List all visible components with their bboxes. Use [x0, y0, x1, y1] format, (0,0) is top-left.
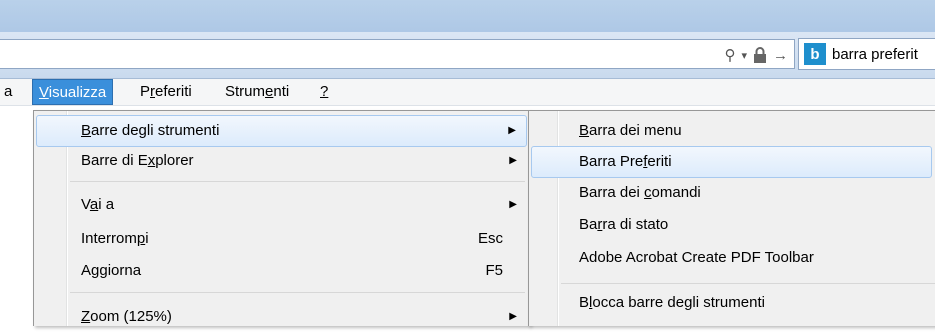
menu-item-aggiorna[interactable]: Aggiorna F5: [36, 255, 527, 287]
bing-logo-icon: b: [804, 43, 826, 65]
submenu-arrow-icon: ▶: [509, 199, 517, 210]
submenu-arrow-icon: ▶: [508, 125, 516, 136]
menu-strumenti[interactable]: Strumenti: [219, 79, 295, 105]
submenu-item-barra-di-stato[interactable]: Barra di stato: [531, 209, 934, 241]
submenu-item-blocca-barre[interactable]: Blocca barre degli strumenti: [531, 287, 934, 319]
submenu-arrow-icon: ▶: [509, 155, 517, 166]
submenu-arrow-icon: ▶: [509, 311, 517, 322]
lock-icon[interactable]: [753, 47, 767, 63]
menu-help[interactable]: ?: [314, 79, 334, 105]
menu-item-vai-a[interactable]: Vai a ▶: [36, 189, 527, 221]
menu-separator: [70, 292, 525, 293]
menu-separator: [70, 181, 525, 182]
submenu-item-barra-dei-menu[interactable]: Barra dei menu: [531, 115, 934, 147]
menu-item-barre-degli-strumenti[interactable]: Barre degli strumenti ▶: [36, 115, 527, 147]
address-bar[interactable]: ⚲ ▾ →: [0, 39, 795, 69]
view-menu: Barre degli strumenti ▶ Barre di Explore…: [33, 110, 530, 326]
submenu-item-adobe-acrobat[interactable]: Adobe Acrobat Create PDF Toolbar: [531, 242, 934, 274]
address-toolbar: ⚲ ▾ → b barra preferit: [0, 32, 935, 79]
menu-item-interrompi[interactable]: Interrompi Esc: [36, 223, 527, 255]
search-icon[interactable]: ⚲: [724, 46, 735, 64]
menu-partial-item[interactable]: a: [0, 79, 18, 105]
menu-preferiti[interactable]: Preferiti: [134, 79, 198, 105]
window-titlebar: [0, 0, 935, 32]
go-arrow-icon[interactable]: →: [773, 47, 788, 64]
menu-separator: [561, 283, 935, 284]
shortcut-esc: Esc: [477, 230, 503, 247]
shortcut-f5: F5: [485, 262, 503, 279]
submenu-item-barra-dei-comandi[interactable]: Barra dei comandi: [531, 177, 934, 209]
tab-title: barra preferit: [832, 45, 918, 63]
menu-visualizza[interactable]: Visualizza: [32, 79, 114, 105]
menu-item-zoom[interactable]: Zoom (125%) ▶: [36, 301, 527, 333]
menu-item-barre-di-explorer[interactable]: Barre di Explorer ▶: [36, 145, 527, 177]
dropdown-icon[interactable]: ▾: [741, 49, 747, 62]
menu-bar: a Visualizza Preferiti Strumenti ?: [0, 79, 935, 106]
submenu-item-barra-preferiti[interactable]: Barra Preferiti: [531, 146, 932, 178]
toolbars-submenu: Barra dei menu Barra Preferiti Barra dei…: [528, 110, 935, 326]
browser-tab[interactable]: b barra preferit: [798, 38, 935, 70]
